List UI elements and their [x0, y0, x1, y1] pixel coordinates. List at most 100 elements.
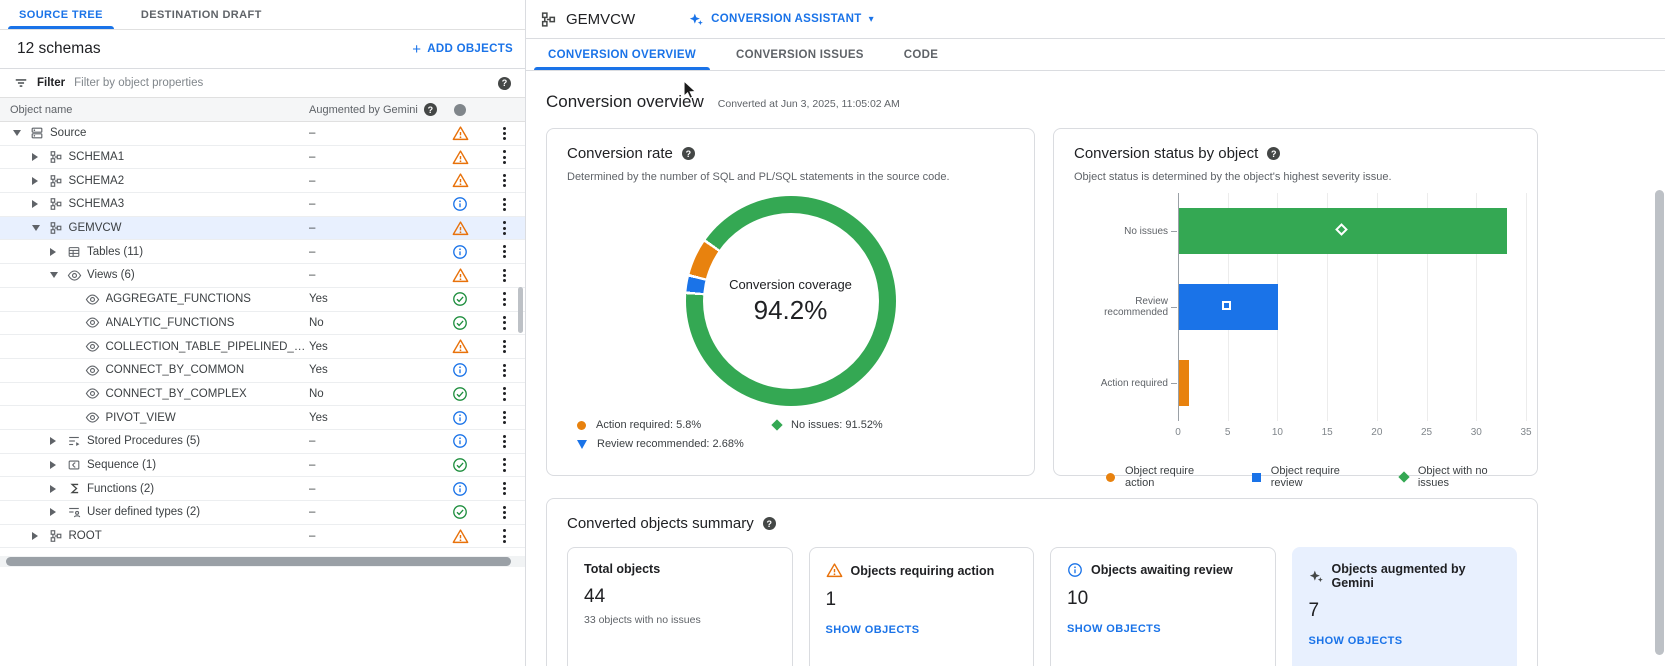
row-menu-kebab-icon[interactable]: [483, 198, 525, 211]
row-menu-kebab-icon[interactable]: [483, 221, 525, 234]
conversion-status-help-icon[interactable]: ?: [1267, 147, 1280, 160]
object-name-label: AGGREGATE_FUNCTIONS: [106, 293, 251, 305]
status-success-icon[interactable]: [437, 457, 483, 473]
row-menu-kebab-icon[interactable]: [483, 174, 525, 187]
status-info-icon[interactable]: [437, 196, 483, 212]
show-objects-link[interactable]: SHOW OBJECTS: [1067, 623, 1259, 635]
bar-action-required[interactable]: [1179, 360, 1189, 406]
conversion-assistant-button[interactable]: CONVERSION ASSISTANT ▾: [689, 12, 874, 27]
row-menu-kebab-icon[interactable]: [483, 506, 525, 519]
show-objects-link[interactable]: SHOW OBJECTS: [1309, 635, 1501, 647]
stat-card-title: Objects awaiting review: [1091, 563, 1233, 577]
expand-arrow-icon[interactable]: [50, 437, 66, 445]
row-menu-kebab-icon[interactable]: [483, 435, 525, 448]
tree-row-schema1[interactable]: SCHEMA1–: [0, 146, 525, 170]
row-menu-kebab-icon[interactable]: [483, 387, 525, 400]
collapse-arrow-icon[interactable]: [50, 272, 66, 278]
row-menu-kebab-icon[interactable]: [483, 482, 525, 495]
tree-row-schema3[interactable]: SCHEMA3–: [0, 193, 525, 217]
status-warning-icon[interactable]: [437, 149, 483, 166]
conversion-status-bar-chart[interactable]: 05101520253035No issuesReview recommende…: [1074, 193, 1517, 459]
filter-help-icon[interactable]: ?: [498, 77, 511, 90]
status-warning-icon[interactable]: [437, 172, 483, 189]
tree-row-root[interactable]: ROOT–: [0, 525, 525, 549]
legend-label: Action required: 5.8%: [596, 419, 701, 431]
expand-arrow-icon[interactable]: [32, 532, 48, 540]
tree-row-collection-table-pipelined-view[interactable]: COLLECTION_TABLE_PIPELINED_VIEWYes: [0, 335, 525, 359]
status-warning-icon[interactable]: [437, 267, 483, 284]
tree-row-tables-11[interactable]: Tables (11)–: [0, 240, 525, 264]
tab-source-tree[interactable]: SOURCE TREE: [0, 0, 122, 29]
status-success-icon[interactable]: [437, 315, 483, 331]
tab-conversion-overview[interactable]: CONVERSION OVERVIEW: [528, 39, 716, 70]
expand-arrow-icon[interactable]: [50, 485, 66, 493]
summary-help-icon[interactable]: ?: [763, 517, 776, 530]
tree-row-schema2[interactable]: SCHEMA2–: [0, 169, 525, 193]
tree-vertical-scrollbar-thumb[interactable]: [518, 287, 523, 333]
page-scrollbar-thumb[interactable]: [1655, 190, 1664, 655]
tab-code[interactable]: CODE: [884, 39, 958, 70]
status-info-icon[interactable]: [437, 481, 483, 497]
row-menu-kebab-icon[interactable]: [483, 150, 525, 163]
row-menu-kebab-icon[interactable]: [483, 245, 525, 258]
tab-conversion-issues[interactable]: CONVERSION ISSUES: [716, 39, 884, 70]
status-success-icon[interactable]: [437, 504, 483, 520]
expand-arrow-icon[interactable]: [50, 508, 66, 516]
function-icon: [66, 481, 82, 497]
plus-icon: +: [412, 42, 421, 57]
status-info-icon[interactable]: [437, 362, 483, 378]
tree-row-gemvcw[interactable]: GEMVCW–: [0, 217, 525, 241]
status-info-icon[interactable]: [437, 410, 483, 426]
status-warning-icon[interactable]: [437, 125, 483, 142]
tree-row-connect-by-complex[interactable]: CONNECT_BY_COMPLEXNo: [0, 383, 525, 407]
gemini-augmented-value: Yes: [309, 412, 437, 424]
tree-row-sequence-1[interactable]: Sequence (1)–: [0, 454, 525, 478]
tree-row-user-defined-types-2[interactable]: User defined types (2)–: [0, 501, 525, 525]
row-menu-kebab-icon[interactable]: [483, 529, 525, 542]
conversion-rate-help-icon[interactable]: ?: [682, 147, 695, 160]
status-info-icon[interactable]: [437, 433, 483, 449]
tree-row-pivot-view[interactable]: PIVOT_VIEWYes: [0, 406, 525, 430]
status-warning-icon[interactable]: [437, 220, 483, 237]
square-marker-icon: [1222, 301, 1231, 310]
horizontal-scrollbar-thumb[interactable]: [6, 557, 511, 566]
tree-row-functions-2[interactable]: Functions (2)–: [0, 477, 525, 501]
row-menu-kebab-icon[interactable]: [483, 364, 525, 377]
object-name-label: SCHEMA3: [69, 198, 125, 210]
show-objects-link[interactable]: SHOW OBJECTS: [826, 624, 1018, 636]
tree-row-source[interactable]: Source–: [0, 122, 525, 146]
status-success-icon[interactable]: [437, 291, 483, 307]
tree-row-stored-procedures-5[interactable]: Stored Procedures (5)–: [0, 430, 525, 454]
tree-row-views-6[interactable]: Views (6)–: [0, 264, 525, 288]
expand-arrow-icon[interactable]: [50, 248, 66, 256]
collapse-arrow-icon[interactable]: [13, 130, 29, 136]
row-menu-kebab-icon[interactable]: [483, 411, 525, 424]
filter-bar[interactable]: Filter ?: [0, 69, 525, 98]
filter-input[interactable]: [74, 77, 489, 89]
tree-row-aggregate-functions[interactable]: AGGREGATE_FUNCTIONSYes: [0, 288, 525, 312]
expand-arrow-icon[interactable]: [32, 200, 48, 208]
source-tree-panel: SOURCE TREE DESTINATION DRAFT 12 schemas…: [0, 0, 526, 666]
expand-arrow-icon[interactable]: [32, 153, 48, 161]
expand-arrow-icon[interactable]: [50, 461, 66, 469]
status-success-icon[interactable]: [437, 386, 483, 402]
conversion-rate-donut-chart[interactable]: Conversion coverage 94.2%: [686, 196, 896, 406]
status-warning-icon[interactable]: [437, 338, 483, 355]
status-info-icon[interactable]: [437, 244, 483, 260]
expand-arrow-icon[interactable]: [32, 177, 48, 185]
row-menu-kebab-icon[interactable]: [483, 340, 525, 353]
tab-destination-draft[interactable]: DESTINATION DRAFT: [122, 0, 281, 29]
row-menu-kebab-icon[interactable]: [483, 269, 525, 282]
row-menu-kebab-icon[interactable]: [483, 127, 525, 140]
horizontal-scrollbar[interactable]: [0, 556, 525, 567]
tree-row-analytic-functions[interactable]: ANALYTIC_FUNCTIONSNo: [0, 312, 525, 336]
page-scrollbar[interactable]: [1654, 0, 1665, 666]
procedure-icon: [66, 433, 82, 449]
tree-row-connect-by-common[interactable]: CONNECT_BY_COMMONYes: [0, 359, 525, 383]
status-warning-icon[interactable]: [437, 528, 483, 545]
gemini-column-help-icon[interactable]: ?: [424, 103, 437, 116]
row-menu-kebab-icon[interactable]: [483, 458, 525, 471]
object-name-label: Functions (2): [87, 483, 154, 495]
add-objects-button[interactable]: + ADD OBJECTS: [412, 42, 513, 57]
collapse-arrow-icon[interactable]: [32, 225, 48, 231]
